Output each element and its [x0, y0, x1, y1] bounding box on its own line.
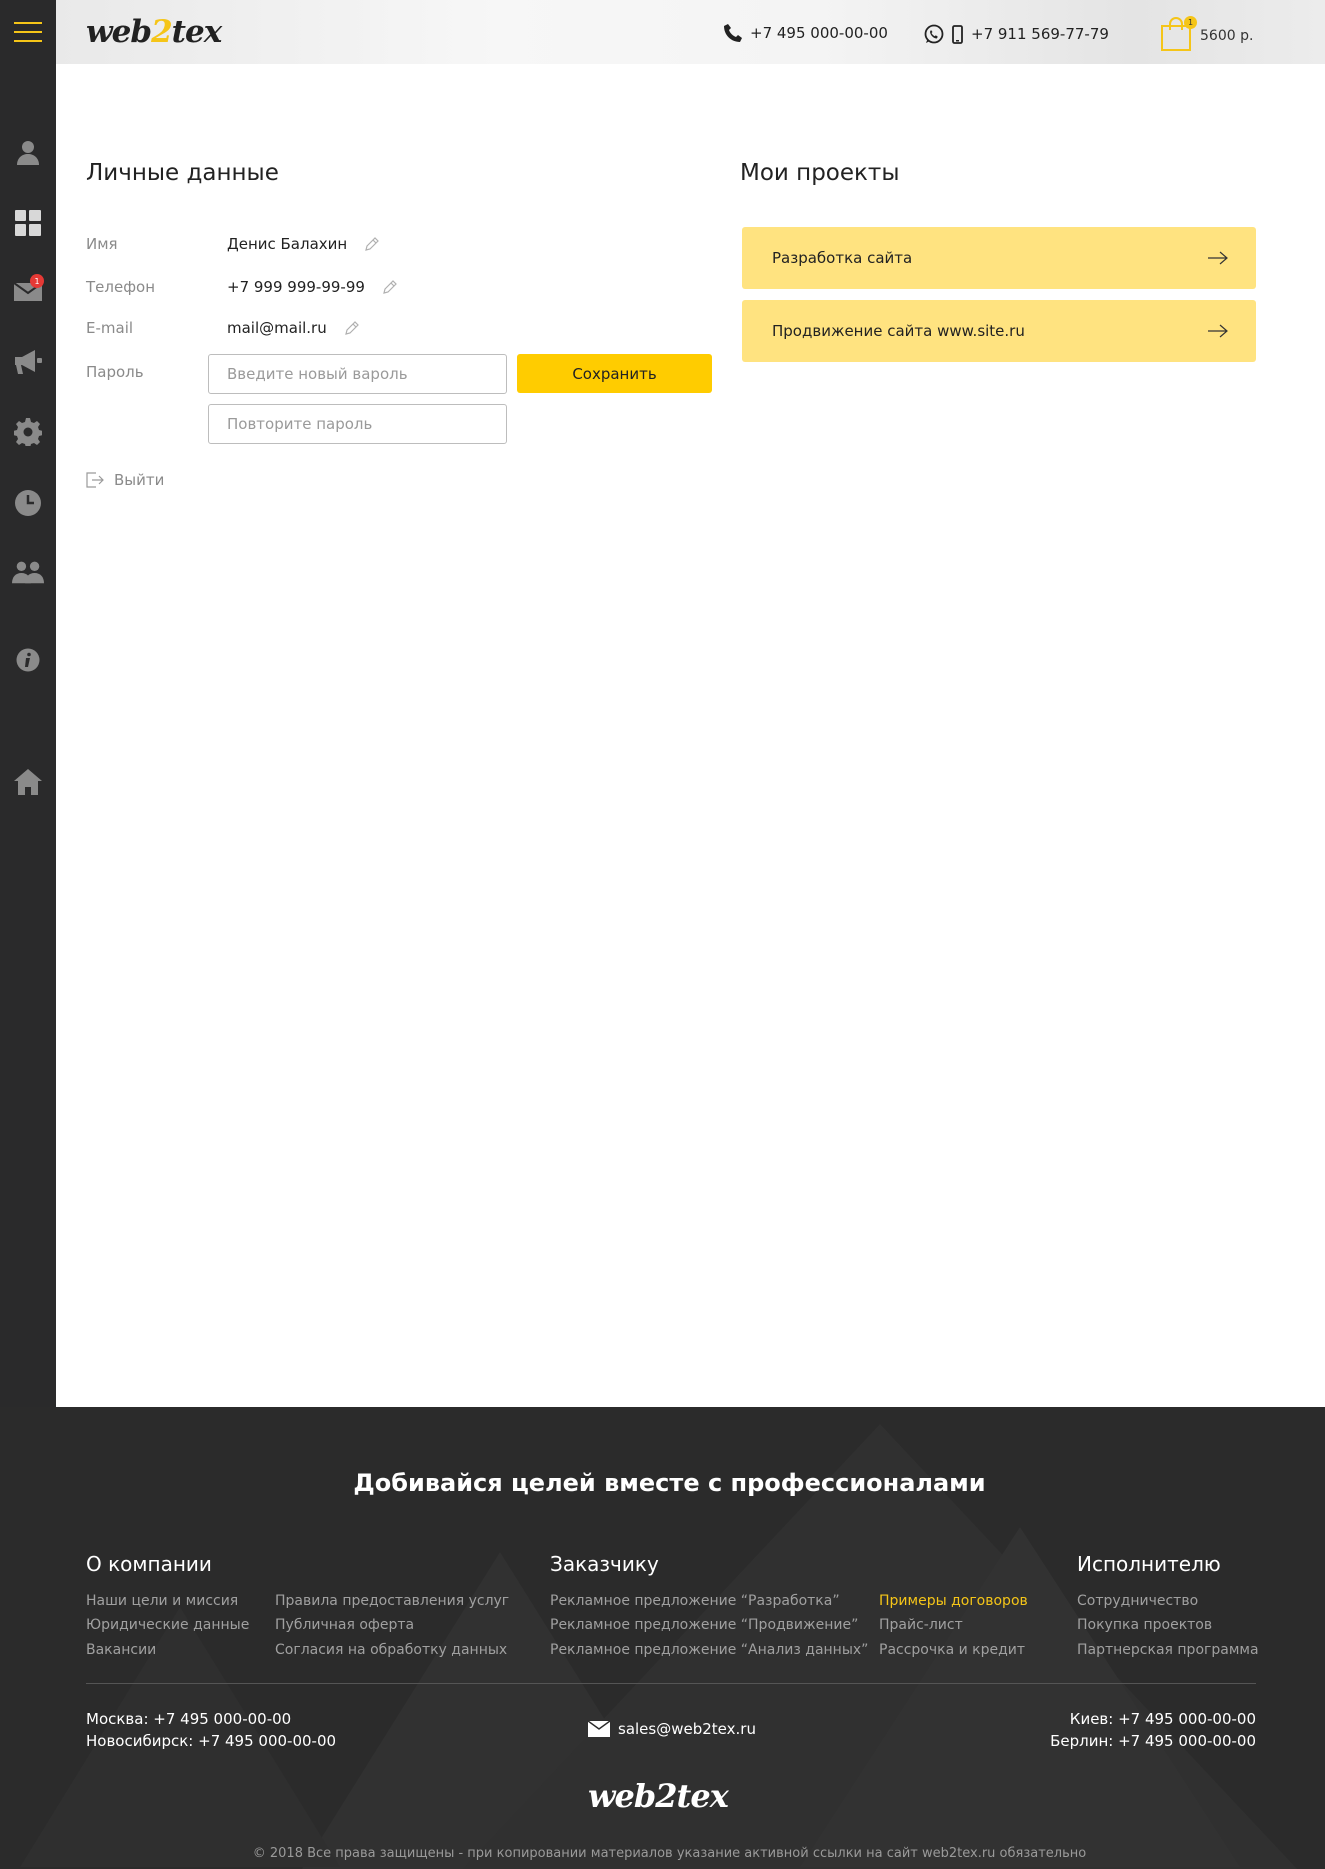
megaphone-icon[interactable] [12, 346, 44, 378]
whatsapp-icon [924, 24, 944, 44]
edit-name-pencil-icon[interactable] [365, 237, 380, 251]
logout-button[interactable]: Выйти [86, 471, 164, 489]
clock-icon[interactable] [12, 487, 44, 519]
footer-link[interactable]: Рекламное предложение “Анализ данных” [550, 1642, 868, 1658]
project-item[interactable]: Разработка сайта [742, 227, 1256, 289]
cart-button[interactable]: 1 [1160, 16, 1197, 52]
logout-icon [86, 472, 104, 488]
email-label: E-mail [86, 319, 134, 337]
footer-link[interactable]: Прайс-лист [879, 1617, 963, 1633]
name-field: Денис Балахин [227, 235, 380, 253]
footer-link[interactable]: Рекламное предложение “Продвижение” [550, 1617, 858, 1633]
mail-icon[interactable]: 1 [12, 274, 44, 308]
footer-link[interactable]: Рассрочка и кредит [879, 1642, 1025, 1658]
contact-moscow: Москва: +7 495 000-00-00 [86, 1710, 292, 1728]
footer-divider [86, 1683, 1256, 1684]
email-field: mail@mail.ru [227, 319, 359, 337]
footer: Добивайся целей вместе с профессионалами… [0, 1407, 1325, 1869]
password-label: Пароль [86, 363, 144, 381]
footer-link[interactable]: Покупка проектов [1077, 1617, 1212, 1633]
phone-value: +7 999 999-99-99 [227, 278, 365, 296]
cart-count-badge: 1 [1184, 16, 1197, 29]
new-password-input[interactable] [208, 354, 507, 394]
phone-icon [724, 24, 742, 42]
edit-phone-pencil-icon[interactable] [383, 280, 397, 294]
footer-link[interactable]: Публичная оферта [275, 1617, 414, 1633]
phone-mobile[interactable]: +7 911 569-77-79 [924, 24, 1109, 44]
arrow-right-icon [1208, 251, 1228, 265]
repeat-password-input[interactable] [208, 404, 507, 444]
contact-kiev: Киев: +7 495 000-00-00 [1069, 1710, 1256, 1728]
contact-novosibirsk: Новосибирск: +7 495 000-00-00 [86, 1732, 337, 1750]
main-content: Личные данные Имя Денис Балахин Телефон … [56, 64, 1325, 1407]
mobile-icon [952, 24, 963, 44]
footer-decoration [800, 1527, 1240, 1867]
name-value: Денис Балахин [227, 235, 348, 253]
user-icon[interactable] [12, 136, 44, 168]
footer-customer-title: Заказчику [550, 1552, 659, 1576]
footer-copyright: © 2018 Все права защищены - при копирова… [252, 1846, 1087, 1861]
footer-link[interactable]: Юридические данные [86, 1617, 249, 1633]
contact-berlin: Берлин: +7 495 000-00-00 [1050, 1732, 1256, 1750]
logo[interactable]: web2tex [86, 14, 222, 50]
footer-slogan: Добивайся целей вместе с профессионалами [353, 1469, 986, 1497]
dashboard-icon[interactable] [12, 207, 44, 239]
footer-email-link[interactable]: sales@web2tex.ru [588, 1720, 756, 1738]
mail-badge: 1 [30, 274, 44, 288]
gear-icon[interactable] [12, 416, 44, 448]
name-label: Имя [86, 235, 118, 253]
footer-link[interactable]: Вакансии [86, 1642, 156, 1658]
cart-sum: 5600 р. [1200, 28, 1254, 44]
footer-link[interactable]: Сотрудничество [1077, 1593, 1198, 1609]
info-icon[interactable] [12, 644, 44, 676]
footer-link[interactable]: Партнерская программа [1077, 1642, 1259, 1658]
phone-label: Телефон [86, 278, 156, 296]
footer-company-title: О компании [86, 1552, 212, 1576]
email-value: mail@mail.ru [227, 319, 327, 337]
arrow-right-icon [1208, 324, 1228, 338]
sidebar: 1 [0, 0, 56, 1407]
footer-link[interactable]: Правила предоставления услуг [275, 1593, 509, 1609]
phone-field: +7 999 999-99-99 [227, 278, 397, 296]
personal-data-title: Личные данные [86, 160, 279, 186]
project-item[interactable]: Продвижение сайта www.site.ru [742, 300, 1256, 362]
header: web2tex +7 495 000-00-00 +7 911 569-77-7… [56, 0, 1325, 64]
footer-executor-title: Исполнителю [1077, 1552, 1221, 1576]
footer-link[interactable]: Рекламное предложение “Разработка” [550, 1593, 840, 1609]
menu-icon[interactable] [14, 22, 42, 42]
mail-icon [588, 1721, 610, 1737]
footer-link[interactable]: Наши цели и миссия [86, 1593, 238, 1609]
footer-link-contracts[interactable]: Примеры договоров [879, 1593, 1028, 1609]
phone-main[interactable]: +7 495 000-00-00 [724, 24, 888, 42]
footer-link[interactable]: Согласия на обработку данных [275, 1642, 507, 1658]
edit-email-pencil-icon[interactable] [344, 321, 359, 335]
save-button[interactable]: Сохранить [517, 354, 712, 393]
users-icon[interactable] [12, 556, 44, 588]
footer-logo[interactable]: web2tex [588, 1777, 729, 1815]
my-projects-title: Мои проекты [740, 160, 900, 186]
home-icon[interactable] [12, 766, 44, 798]
